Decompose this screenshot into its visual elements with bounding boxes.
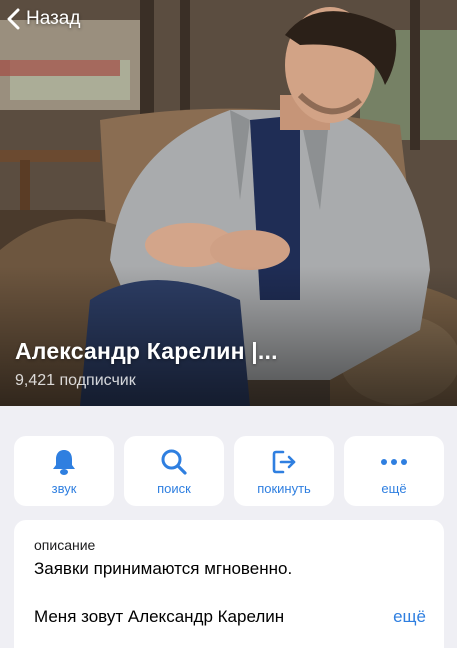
description-label: описание: [34, 537, 96, 553]
description-text-line-1: Заявки принимаются мгновенно.: [34, 559, 293, 578]
mute-label: звук: [51, 480, 77, 496]
search-label: поиск: [157, 480, 191, 496]
leave-icon: [270, 447, 298, 477]
channel-title: Александр Карелин |...: [15, 338, 278, 364]
description-card: описание Заявки принимаются мгновенно. М…: [14, 520, 444, 648]
leave-button[interactable]: покинуть: [234, 436, 334, 506]
action-bar: звук поиск покинуть ещё: [14, 436, 444, 506]
chevron-left-icon: [7, 8, 20, 30]
description-text-line-2: Меня зовут Александр Карелин: [34, 607, 285, 626]
bell-icon: [51, 447, 77, 477]
subscriber-count: 9,421 подписчик: [15, 372, 136, 389]
mute-button[interactable]: звук: [14, 436, 114, 506]
leave-label: покинуть: [257, 480, 311, 496]
description-more-link[interactable]: ещё: [393, 607, 426, 627]
channel-cover-photo: Назад Александр Карелин |... 9,421 подпи…: [0, 0, 457, 406]
search-icon: [160, 447, 188, 477]
back-button[interactable]: Назад: [6, 8, 80, 30]
more-label: ещё: [381, 480, 407, 496]
more-button[interactable]: ещё: [344, 436, 444, 506]
back-label: Назад: [26, 8, 81, 29]
search-button[interactable]: поиск: [124, 436, 224, 506]
more-icon: [380, 447, 408, 477]
